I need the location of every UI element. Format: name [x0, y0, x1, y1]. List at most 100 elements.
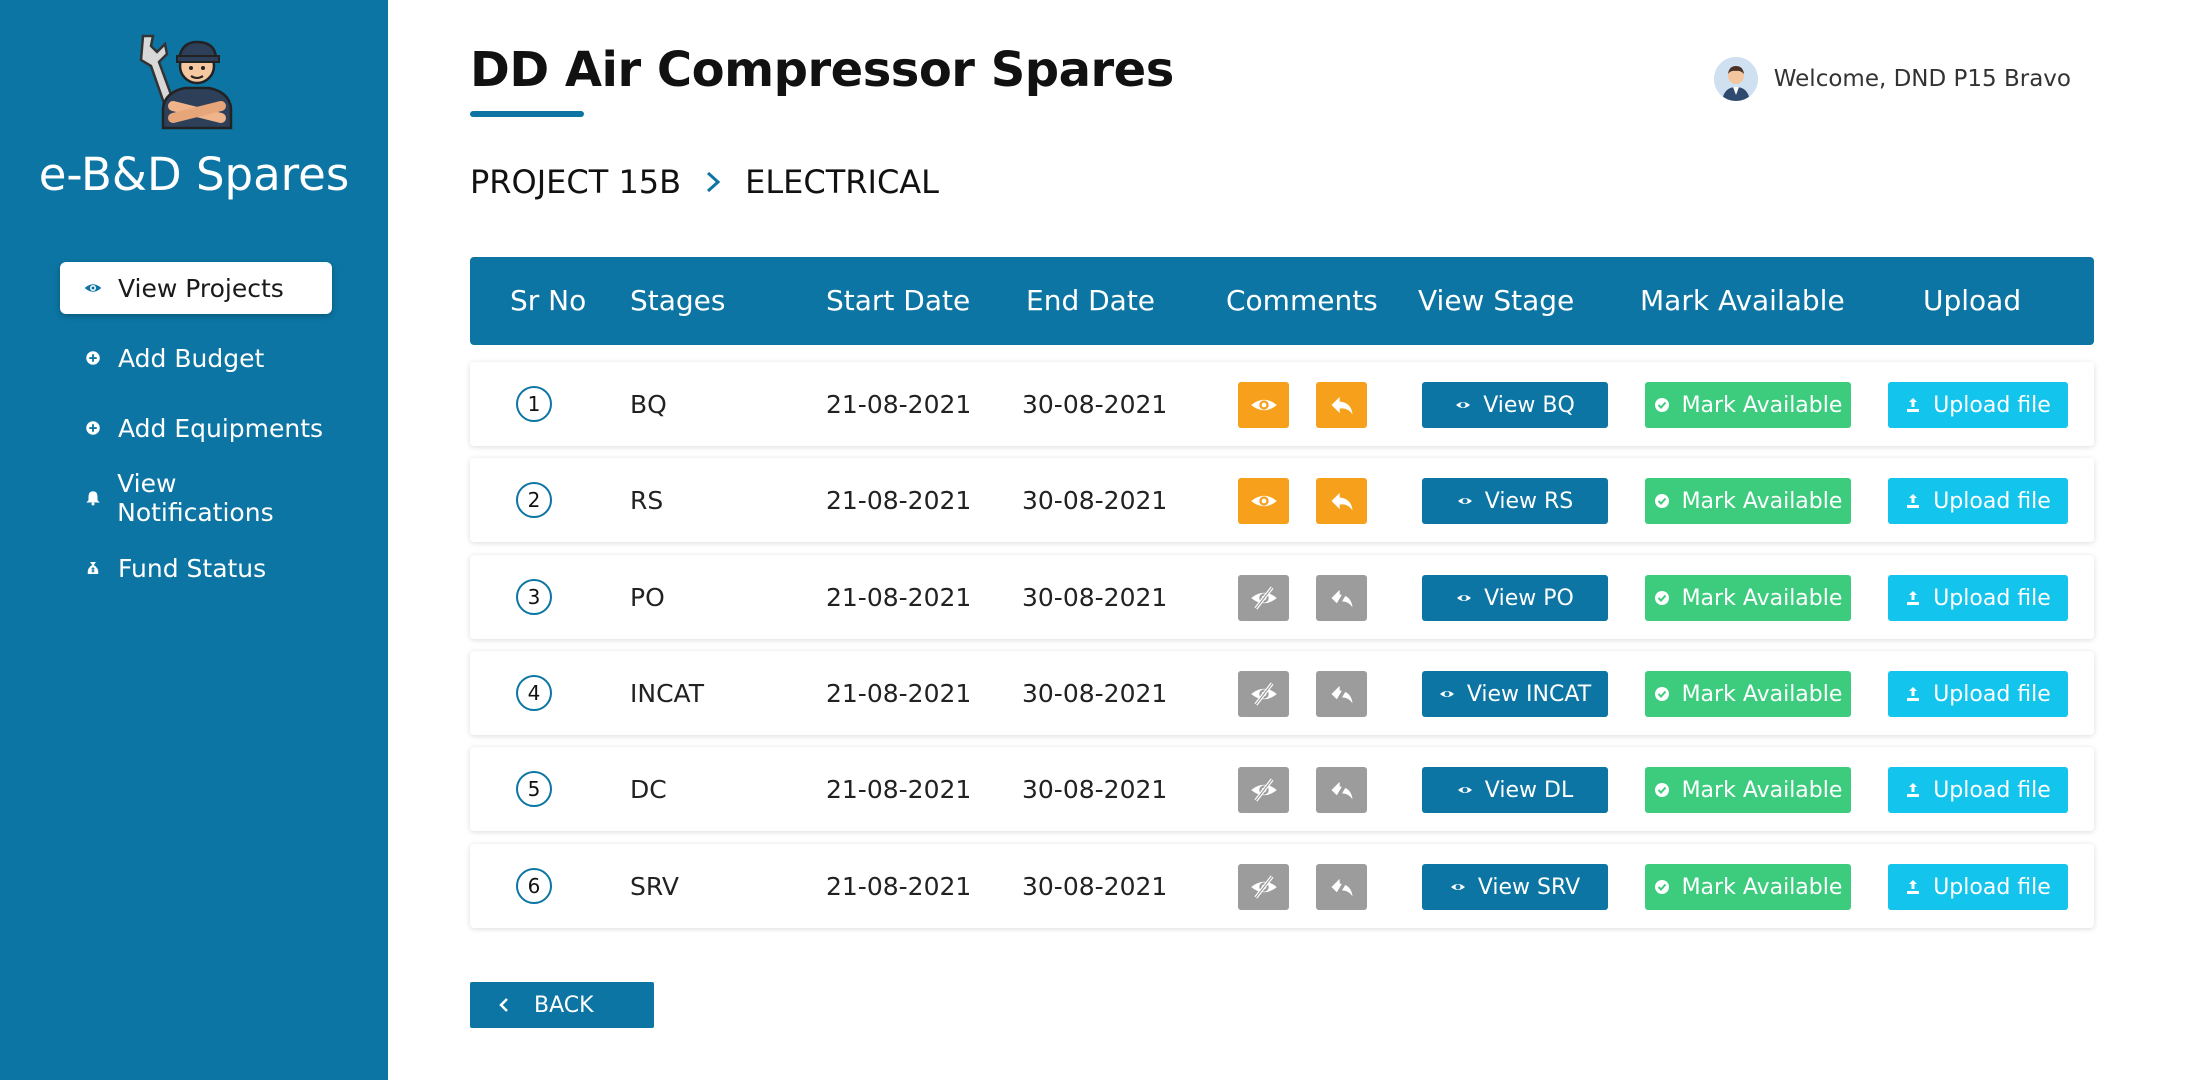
eye-icon	[1457, 782, 1473, 798]
breadcrumb-section: ELECTRICAL	[745, 163, 939, 201]
view-stage-button[interactable]: View DL	[1422, 767, 1608, 813]
view-stage-label: View PO	[1484, 585, 1574, 611]
sidebar-item-add-budget[interactable]: Add Budget	[60, 332, 332, 384]
check-circle-icon	[1654, 590, 1670, 606]
sidebar-item-add-equipments[interactable]: Add Equipments	[60, 402, 332, 454]
view-comments-button[interactable]	[1238, 864, 1289, 910]
view-stage-button[interactable]: View PO	[1422, 575, 1608, 621]
upload-file-button[interactable]: Upload file	[1888, 575, 2068, 621]
sr-no-cell: 6	[516, 844, 552, 928]
upload-file-label: Upload file	[1933, 488, 2051, 514]
upload-file-button[interactable]: Upload file	[1888, 864, 2068, 910]
sidebar-item-label: Add Budget	[118, 343, 265, 373]
breadcrumb-project[interactable]: PROJECT 15B	[470, 163, 681, 201]
eye-slash-icon	[1250, 873, 1278, 901]
sidebar-item-fund-status[interactable]: Fund Status	[60, 542, 332, 594]
view-stage-button[interactable]: View BQ	[1422, 382, 1608, 428]
view-stage-button[interactable]: View INCAT	[1422, 671, 1608, 717]
upload-icon	[1905, 590, 1921, 606]
reply-slash-icon	[1328, 873, 1356, 901]
header-mark-available: Mark Available	[1640, 284, 1845, 317]
upload-file-button[interactable]: Upload file	[1888, 767, 2068, 813]
mark-available-button[interactable]: Mark Available	[1645, 671, 1851, 717]
upload-icon	[1905, 397, 1921, 413]
reply-comment-button[interactable]	[1316, 478, 1367, 524]
sr-no-cell: 1	[516, 362, 552, 446]
eye-slash-icon	[1250, 584, 1278, 612]
brand-name: e-B&D Spares	[38, 148, 350, 201]
view-stage-button[interactable]: View SRV	[1422, 864, 1608, 910]
header-comments: Comments	[1226, 284, 1378, 317]
view-comments-button[interactable]	[1238, 478, 1289, 524]
check-circle-icon	[1654, 879, 1670, 895]
start-date-cell: 21-08-2021	[826, 871, 972, 901]
upload-file-button[interactable]: Upload file	[1888, 382, 2068, 428]
view-comments-button[interactable]	[1238, 671, 1289, 717]
avatar[interactable]	[1713, 57, 1758, 101]
sidebar-item-view-projects[interactable]: View Projects	[60, 262, 332, 314]
table-header: Sr No Stages Start Date End Date Comment…	[470, 257, 2094, 345]
sr-no-cell: 4	[516, 651, 552, 735]
mark-available-button[interactable]: Mark Available	[1645, 864, 1851, 910]
reply-comment-button[interactable]	[1316, 767, 1367, 813]
chevron-left-icon	[498, 996, 510, 1014]
money-bag-icon	[82, 557, 104, 579]
view-stage-label: View SRV	[1477, 874, 1581, 900]
upload-icon	[1905, 879, 1921, 895]
table-row: 1 BQ 21-08-2021 30-08-2021 View BQ Mark Avail…	[470, 362, 2094, 446]
reply-comment-button[interactable]	[1316, 864, 1367, 910]
view-comments-button[interactable]	[1238, 767, 1289, 813]
mechanic-logo-icon	[139, 34, 233, 130]
stage-cell: BQ	[630, 389, 667, 419]
start-date-cell: 21-08-2021	[826, 582, 972, 612]
eye-icon	[1250, 487, 1278, 515]
upload-file-button[interactable]: Upload file	[1888, 478, 2068, 524]
sidebar-item-view-notifications[interactable]: View Notifications	[60, 469, 332, 527]
upload-file-button[interactable]: Upload file	[1888, 671, 2068, 717]
back-button[interactable]: BACK	[470, 982, 654, 1028]
mark-available-label: Mark Available	[1681, 777, 1843, 803]
view-comments-button[interactable]	[1238, 575, 1289, 621]
upload-file-label: Upload file	[1933, 874, 2051, 900]
sidebar-item-label: Add Equipments	[118, 413, 324, 443]
end-date-cell: 30-08-2021	[1022, 389, 1168, 419]
start-date-cell: 21-08-2021	[826, 389, 972, 419]
check-circle-icon	[1654, 397, 1670, 413]
mark-available-button[interactable]: Mark Available	[1645, 767, 1851, 813]
start-date-cell: 21-08-2021	[826, 678, 972, 708]
eye-icon	[1457, 493, 1473, 509]
reply-comment-button[interactable]	[1316, 671, 1367, 717]
plus-circle-icon	[82, 347, 104, 369]
reply-icon	[1328, 487, 1356, 515]
view-stage-label: View RS	[1484, 488, 1574, 514]
user-welcome[interactable]: Welcome, DND P15 Bravo	[1713, 57, 2071, 101]
end-date-cell: 30-08-2021	[1022, 582, 1168, 612]
sidebar-item-label: Fund Status	[118, 553, 267, 583]
view-stage-button[interactable]: View RS	[1422, 478, 1608, 524]
table-row: 4 INCAT 21-08-2021 30-08-2021 View INCAT Mark…	[470, 651, 2094, 735]
sr-no-badge: 4	[516, 675, 552, 711]
sidebar-item-label: View Notifications	[117, 469, 274, 527]
sr-no-cell: 5	[516, 747, 552, 831]
mark-available-button[interactable]: Mark Available	[1645, 575, 1851, 621]
mark-available-button[interactable]: Mark Available	[1645, 478, 1851, 524]
back-label: BACK	[534, 992, 594, 1018]
bell-icon	[82, 487, 103, 509]
check-circle-icon	[1654, 782, 1670, 798]
table-row: 2 RS 21-08-2021 30-08-2021 View RS Mark Avail…	[470, 458, 2094, 542]
mark-available-label: Mark Available	[1681, 585, 1843, 611]
mark-available-button[interactable]: Mark Available	[1645, 382, 1851, 428]
sr-no-badge: 2	[516, 482, 552, 518]
eye-icon	[1456, 590, 1472, 606]
reply-icon	[1328, 391, 1356, 419]
header-upload: Upload	[1923, 284, 2022, 317]
table-row: 5 DC 21-08-2021 30-08-2021 View DL Mark Avail…	[470, 747, 2094, 831]
sr-no-cell: 2	[516, 458, 552, 542]
check-circle-icon	[1654, 493, 1670, 509]
view-comments-button[interactable]	[1238, 382, 1289, 428]
reply-comment-button[interactable]	[1316, 575, 1367, 621]
view-stage-label: View DL	[1484, 777, 1574, 803]
reply-comment-button[interactable]	[1316, 382, 1367, 428]
view-stage-label: View BQ	[1483, 392, 1575, 418]
upload-file-label: Upload file	[1933, 392, 2051, 418]
